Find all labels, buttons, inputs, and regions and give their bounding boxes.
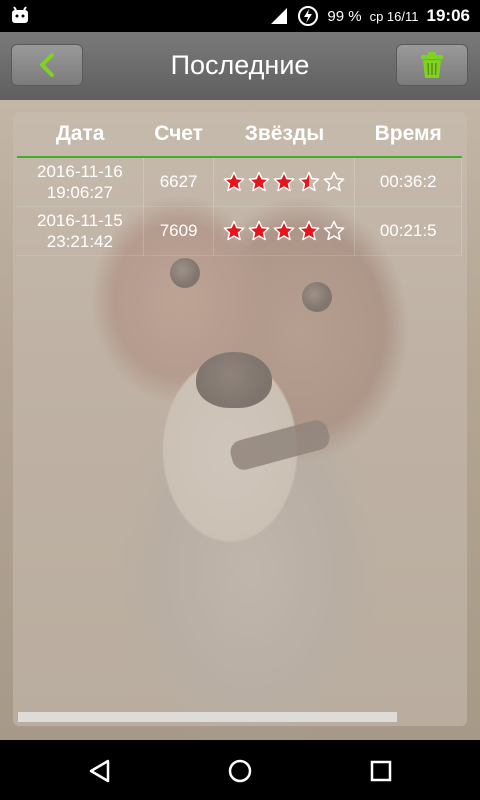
results-table: Дата Счет Звёзды Время 2016-11-16 19:06:… bbox=[17, 112, 462, 256]
time-of-day-value: 19:06:27 bbox=[46, 183, 113, 202]
star-full-icon bbox=[224, 171, 245, 192]
star-empty-icon bbox=[324, 171, 345, 192]
navigation-bar bbox=[0, 740, 480, 800]
column-header-score[interactable]: Счет bbox=[143, 112, 214, 157]
status-time: 19:06 bbox=[426, 6, 470, 25]
signal-icon bbox=[271, 8, 288, 24]
page-title: Последние bbox=[170, 50, 310, 80]
star-rating bbox=[223, 220, 345, 242]
table-row[interactable]: 2016-11-16 19:06:27 6627 00:36:2 bbox=[17, 157, 462, 207]
status-date: ср 16/11 bbox=[369, 8, 419, 24]
nav-recents-button[interactable] bbox=[368, 758, 394, 784]
back-button[interactable] bbox=[11, 44, 83, 86]
delete-button[interactable] bbox=[396, 44, 468, 86]
horizontal-scrollbar[interactable] bbox=[18, 712, 397, 722]
chevron-left-icon bbox=[40, 53, 54, 77]
triangle-back-icon bbox=[89, 759, 110, 783]
star-full-icon bbox=[274, 220, 295, 241]
circle-home-icon bbox=[228, 759, 252, 783]
star-full-icon bbox=[249, 171, 270, 192]
nav-back-button[interactable] bbox=[87, 758, 113, 784]
date-value: 2016-11-15 bbox=[37, 211, 123, 230]
table-row[interactable]: 2016-11-15 23:21:42 7609 00:21:5 bbox=[17, 206, 462, 256]
battery-level: 99 % bbox=[327, 7, 362, 25]
star-full-icon bbox=[249, 220, 270, 241]
status-bar: 99 % ср 16/11 19:06 bbox=[0, 0, 480, 32]
star-half-icon bbox=[299, 171, 320, 192]
cell-score: 6627 bbox=[143, 157, 215, 207]
star-full-icon bbox=[299, 220, 320, 241]
column-header-time[interactable]: Время bbox=[355, 112, 462, 157]
content-area: Дата Счет Звёзды Время 2016-11-16 19:06:… bbox=[0, 100, 480, 740]
date-value: 2016-11-16 bbox=[37, 162, 123, 181]
column-header-date[interactable]: Дата bbox=[17, 112, 143, 157]
android-notification-icon bbox=[10, 6, 30, 29]
star-rating bbox=[223, 171, 345, 193]
cell-duration: 00:36:2 bbox=[354, 157, 462, 207]
trash-icon bbox=[421, 52, 443, 78]
cell-duration: 00:21:5 bbox=[354, 206, 462, 256]
square-recents-icon bbox=[370, 760, 392, 782]
cell-stars bbox=[213, 206, 356, 256]
cell-date: 2016-11-15 23:21:42 bbox=[17, 206, 144, 256]
column-header-stars[interactable]: Звёзды bbox=[214, 112, 355, 157]
star-full-icon bbox=[224, 220, 245, 241]
star-empty-icon bbox=[324, 220, 345, 241]
table-header-row: Дата Счет Звёзды Время bbox=[17, 112, 462, 157]
results-panel: Дата Счет Звёзды Время 2016-11-16 19:06:… bbox=[13, 112, 467, 726]
cell-stars bbox=[213, 157, 356, 207]
battery-charging-icon bbox=[298, 6, 319, 26]
time-of-day-value: 23:21:42 bbox=[46, 232, 113, 251]
nav-home-button[interactable] bbox=[227, 758, 253, 784]
cell-score: 7609 bbox=[143, 206, 215, 256]
star-full-icon bbox=[274, 171, 295, 192]
cell-date: 2016-11-16 19:06:27 bbox=[17, 157, 144, 207]
toolbar: Последние bbox=[0, 32, 480, 100]
